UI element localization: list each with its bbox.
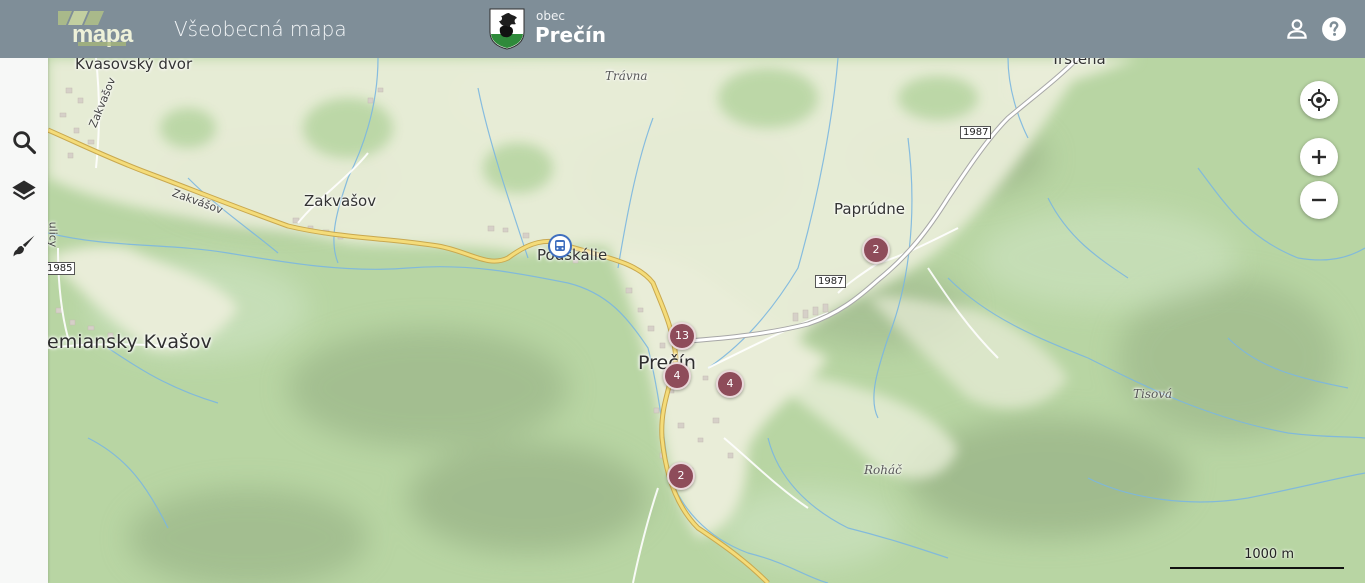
cluster-marker[interactable]: 4 [716, 370, 744, 398]
locate-button[interactable] [1300, 81, 1338, 119]
place-tisova: Tisová [1133, 387, 1173, 401]
place-zemiansky-kvasov: Zemiansky Kvašov [48, 331, 212, 353]
municipality-crest-icon [489, 8, 525, 50]
map-canvas[interactable]: Zemiansky Kvašov Prečín Zakvašov Kvasovs… [48, 58, 1365, 583]
search-icon[interactable] [10, 128, 38, 156]
brush-icon[interactable] [10, 232, 38, 260]
place-travna: Trávna [605, 69, 648, 83]
layers-icon[interactable] [10, 177, 38, 205]
bus-icon [555, 240, 565, 251]
mapa-logo[interactable]: mapa [56, 9, 133, 51]
municipality-type: obec [536, 9, 565, 23]
plus-icon [1312, 150, 1326, 164]
cluster-marker[interactable]: 4 [663, 362, 691, 390]
cluster-marker[interactable]: 13 [668, 322, 696, 350]
road-number-1985: 1985 [48, 262, 76, 275]
road-number-1987-south: 1987 [815, 275, 847, 288]
logo-tagline [78, 42, 126, 46]
zoom-in-button[interactable] [1300, 138, 1338, 176]
place-kvasovsky-dvor: Kvasovský dvor [75, 58, 193, 73]
account-icon[interactable] [1284, 16, 1310, 42]
zoom-out-button[interactable] [1300, 181, 1338, 219]
scale-bar: 1000 m [1170, 545, 1344, 569]
scale-label: 1000 m [1244, 547, 1294, 562]
cluster-marker[interactable]: 2 [667, 462, 695, 490]
road-label-ulicy: ulicy [48, 221, 60, 248]
municipality-name: Prečín [535, 23, 607, 47]
road-number-1987-north: 1987 [960, 126, 992, 139]
top-header: mapa Všeobecná mapa obec Prečín [0, 0, 1365, 58]
help-icon[interactable] [1321, 16, 1347, 42]
place-trstena: Trstená [1051, 58, 1106, 68]
app-title: Všeobecná mapa [174, 17, 347, 41]
cluster-marker[interactable]: 2 [862, 236, 890, 264]
map-background [48, 58, 1365, 583]
map-toolbar [0, 58, 48, 583]
minus-icon [1312, 198, 1326, 202]
bus-stop-marker[interactable] [548, 234, 572, 258]
place-zakvasov: Zakvašov [304, 192, 377, 210]
place-rohac: Roháč [864, 463, 902, 477]
crosshair-icon [1308, 89, 1330, 111]
scale-line [1170, 567, 1344, 569]
place-paprudne: Paprúdne [834, 200, 906, 218]
